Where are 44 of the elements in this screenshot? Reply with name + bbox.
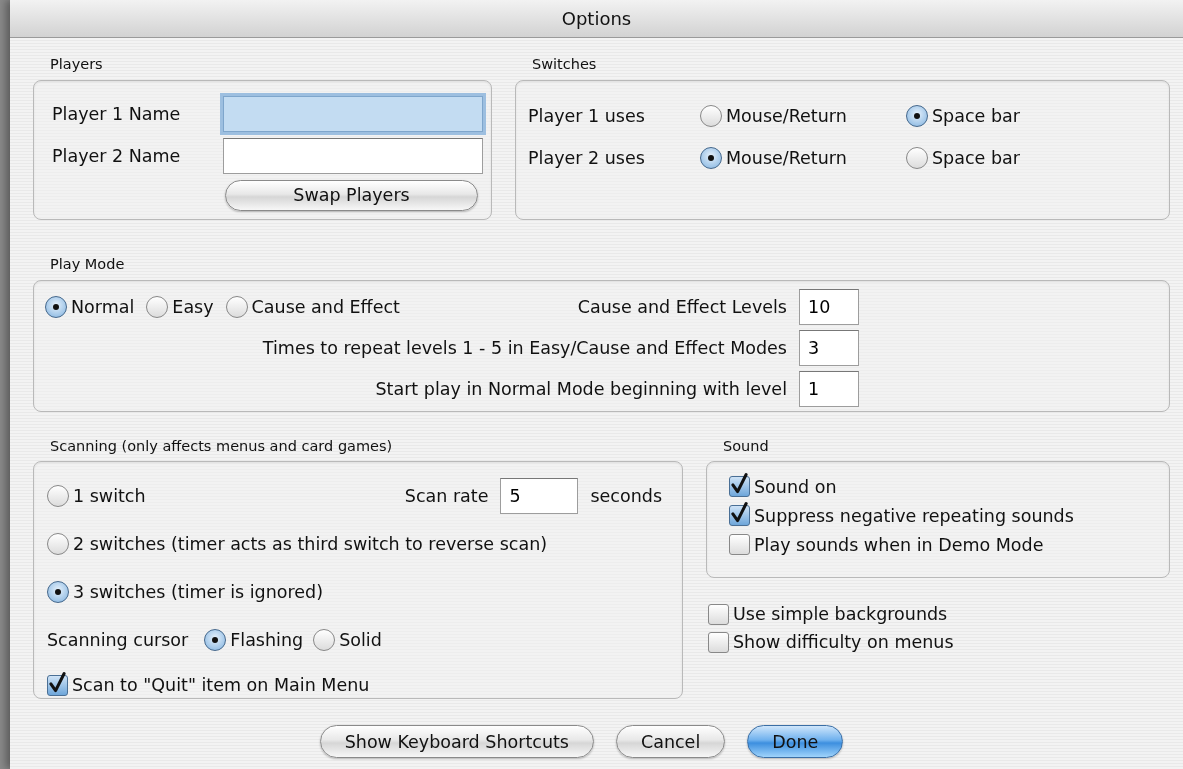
unit-label: seconds [590, 485, 662, 509]
setting-label: Start play in Normal Mode beginning with level [375, 377, 787, 401]
radio-option[interactable]: Normal [45, 293, 135, 321]
radio-option[interactable]: Easy [146, 293, 214, 321]
text-field[interactable] [223, 137, 483, 174]
checkbox-option[interactable]: Sound on [729, 473, 837, 500]
checkbox-option[interactable]: Suppress negative repeating sounds [729, 502, 1074, 529]
checkbox-option[interactable]: Play sounds when in Demo Mode [729, 531, 1044, 558]
text-field[interactable]: 10 [799, 289, 859, 325]
group-title: Sound [723, 436, 770, 456]
radio-option[interactable]: Space bar [906, 144, 1020, 171]
setting-label: Times to repeat levels 1 - 5 in Easy/Cause and Effect Modes [262, 336, 787, 360]
radio-option[interactable]: Flashing [204, 627, 304, 654]
radio-option[interactable]: 2 switches (timer acts as third switch to reverse scan) [47, 531, 548, 558]
radio-option[interactable]: Mouse/Return [700, 102, 906, 129]
checkbox-option[interactable]: Show difficulty on menus [708, 629, 954, 656]
radio-option[interactable]: 1 switch [47, 483, 146, 510]
field-label: Player 2 Name [52, 144, 182, 168]
checkbox-option[interactable]: Scan to "Quit" item on Main Menu [47, 672, 370, 699]
setting-label: Cause and Effect Levels [577, 295, 787, 319]
dialog-button[interactable]: Show Keyboard Shortcuts [319, 725, 594, 759]
text-field[interactable]: 1 [799, 371, 859, 407]
swap-players-button[interactable]: Swap Players [225, 179, 478, 211]
group-title: Switches [532, 55, 598, 74]
window-title: Options [561, 7, 632, 31]
scan-rate-label: Scan rate [404, 485, 489, 509]
text-field[interactable]: 5 [500, 478, 579, 515]
radio-option[interactable]: 3 switches (timer is ignored) [47, 579, 323, 606]
text-field[interactable] [223, 95, 483, 132]
text-field[interactable]: 3 [799, 330, 859, 366]
field-label: Player 1 Name [52, 102, 182, 126]
radio-option[interactable]: Space bar [906, 102, 1020, 129]
row-label: Player 1 uses [528, 104, 646, 128]
group-title: Players [50, 55, 104, 74]
dialog-button[interactable]: Cancel [615, 725, 726, 759]
done-button[interactable]: Done [747, 725, 844, 759]
radio-option[interactable]: Mouse/Return [700, 144, 906, 171]
row-label: Player 2 uses [528, 146, 646, 170]
group-title: Play Mode [50, 254, 126, 274]
row-label: Scanning cursor [47, 629, 189, 653]
group-title: Scanning (only affects menus and card games) [50, 436, 394, 456]
radio-option[interactable]: Cause and Effect [225, 293, 400, 321]
checkbox-option[interactable]: Use simple backgrounds [708, 601, 948, 628]
radio-option[interactable]: Solid [313, 627, 382, 654]
